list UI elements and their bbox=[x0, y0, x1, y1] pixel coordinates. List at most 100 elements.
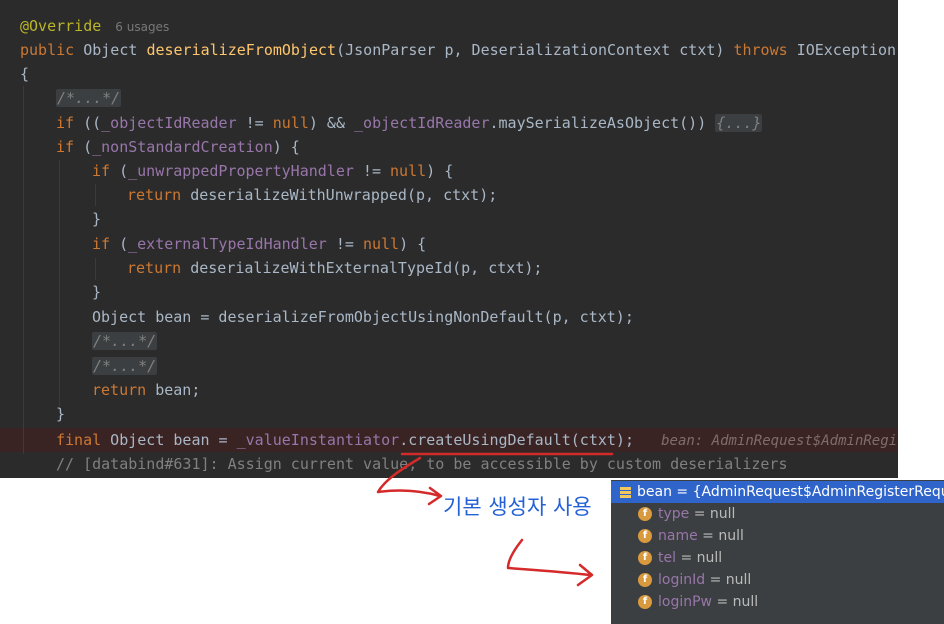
code-text: deserializeWithUnwrapped(p, ctxt); bbox=[181, 186, 498, 204]
field-name: tel bbox=[658, 550, 676, 566]
field-name: loginPw bbox=[658, 594, 712, 610]
field-value: = null bbox=[705, 572, 752, 588]
code-text: ( bbox=[110, 162, 129, 180]
field-name: loginId bbox=[658, 572, 706, 588]
indent-guide bbox=[95, 258, 96, 280]
code-text: (( bbox=[74, 114, 102, 132]
field-icon: f bbox=[638, 573, 652, 587]
final-keyword: final bbox=[56, 431, 102, 449]
code-text: ) { bbox=[399, 235, 427, 253]
code-line-create-default[interactable]: final Object bean = _valueInstantiator.c… bbox=[56, 428, 898, 452]
code-line-folded-comment[interactable]: /*...*/ bbox=[92, 329, 158, 353]
code-line-close-brace[interactable]: } bbox=[92, 207, 101, 231]
debug-field-name[interactable]: f name = null bbox=[638, 525, 744, 547]
code-text: ( bbox=[74, 138, 93, 156]
brace: } bbox=[92, 283, 102, 301]
public-keyword: public bbox=[20, 41, 75, 59]
field-value: = null bbox=[712, 594, 759, 610]
variable-value: = {AdminRequest$AdminRegisterRequest@ bbox=[676, 484, 944, 500]
code-editor[interactable]: @Override 6 usages public Object deserial… bbox=[0, 0, 898, 478]
folded-comment[interactable]: /*...*/ bbox=[56, 89, 122, 107]
code-line-bean-decl[interactable]: Object bean = deserializeFromObjectUsing… bbox=[92, 305, 634, 329]
method-params: (JsonParser p, DeserializationContext ct… bbox=[336, 41, 725, 59]
override-annotation: @Override bbox=[20, 17, 102, 35]
field-value: = null bbox=[689, 506, 736, 522]
code-text: ( bbox=[110, 235, 129, 253]
field-name: type bbox=[658, 506, 690, 522]
code-text: deserializeWithExternalTypeId(p, ctxt); bbox=[181, 259, 543, 277]
folded-comment[interactable]: /*...*/ bbox=[92, 332, 158, 350]
null-keyword: null bbox=[362, 235, 400, 253]
code-line-folded-comment[interactable]: /*...*/ bbox=[92, 354, 158, 378]
field-ref: _valueInstantiator bbox=[236, 431, 400, 449]
debug-variable-bean[interactable]: bean = {AdminRequest$AdminRegisterReques… bbox=[611, 481, 944, 503]
debug-field-loginid[interactable]: f loginId = null bbox=[638, 569, 751, 591]
field-icon: f bbox=[638, 529, 652, 543]
return-keyword: return bbox=[92, 381, 147, 399]
code-text: != bbox=[236, 114, 273, 132]
code-line-return-external[interactable]: return deserializeWithExternalTypeId(p, … bbox=[127, 256, 542, 280]
code-line-folded-comment[interactable]: /*...*/ bbox=[56, 86, 122, 110]
code-text: ) && bbox=[308, 114, 355, 132]
code-comment: // [databind#631]: Assign current value,… bbox=[56, 455, 788, 473]
indent-guide bbox=[59, 160, 60, 406]
code-text: != bbox=[326, 235, 363, 253]
red-arrow-lower bbox=[506, 538, 594, 587]
if-keyword: if bbox=[92, 235, 111, 253]
object-variable-icon bbox=[620, 486, 631, 498]
code-line-comment[interactable]: // [databind#631]: Assign current value,… bbox=[56, 452, 788, 476]
code-text: Object bean = deserializeFromObjectUsing… bbox=[92, 308, 634, 326]
if-keyword: if bbox=[56, 114, 75, 132]
code-text: Object bean = bbox=[101, 431, 237, 449]
return-keyword: return bbox=[127, 259, 182, 277]
code-line-unwrapped-check[interactable]: if (_unwrappedPropertyHandler != null) { bbox=[92, 159, 453, 183]
handwritten-note: 기본 생성자 사용 bbox=[443, 495, 592, 519]
return-type: Object bbox=[83, 41, 138, 59]
field-ref: _objectIdReader bbox=[101, 114, 237, 132]
code-line-objectid-check[interactable]: if ((_objectIdReader != null) && _object… bbox=[56, 111, 763, 135]
field-icon: f bbox=[638, 551, 652, 565]
indent-guide bbox=[23, 86, 24, 454]
code-line-return-bean[interactable]: return bean; bbox=[92, 378, 200, 402]
inline-debug-hint: bean: AdminRequest$AdminRegis bbox=[661, 433, 898, 449]
field-ref: _objectIdReader bbox=[354, 114, 490, 132]
code-line-annotation[interactable]: @Override 6 usages bbox=[20, 14, 169, 38]
code-text: ) { bbox=[426, 162, 454, 180]
if-keyword: if bbox=[92, 162, 111, 180]
code-line-external-check[interactable]: if (_externalTypeIdHandler != null) { bbox=[92, 232, 426, 256]
brace: } bbox=[56, 405, 66, 423]
code-line-open-brace[interactable]: { bbox=[20, 62, 29, 86]
code-text: != bbox=[353, 162, 391, 180]
field-ref: _nonStandardCreation bbox=[92, 138, 273, 156]
code-text: .maySerializeAsObject()) bbox=[489, 114, 707, 132]
code-text: ) { bbox=[272, 138, 300, 156]
debugger-variables-panel[interactable]: bean = {AdminRequest$AdminRegisterReques… bbox=[611, 480, 944, 624]
field-name: name bbox=[658, 528, 698, 544]
field-value: = null bbox=[697, 528, 744, 544]
field-icon: f bbox=[638, 507, 652, 521]
variable-name: bean bbox=[637, 484, 672, 500]
create-using-default-call: .createUsingDefault(ctxt); bbox=[399, 431, 634, 449]
throws-keyword: throws bbox=[733, 41, 788, 59]
code-line-close-brace[interactable]: } bbox=[56, 402, 65, 426]
code-line-nonstandard-check[interactable]: if (_nonStandardCreation) { bbox=[56, 135, 300, 159]
method-name: deserializeFromObject bbox=[146, 41, 337, 59]
usages-link[interactable]: 6 usages bbox=[115, 20, 169, 34]
debug-field-type[interactable]: f type = null bbox=[638, 503, 735, 525]
brace: } bbox=[92, 210, 102, 228]
debug-field-tel[interactable]: f tel = null bbox=[638, 547, 722, 569]
null-keyword: null bbox=[272, 114, 309, 132]
null-keyword: null bbox=[390, 162, 427, 180]
folded-comment[interactable]: /*...*/ bbox=[92, 357, 158, 375]
code-text: bean; bbox=[146, 381, 201, 399]
debug-field-loginpw[interactable]: f loginPw = null bbox=[638, 591, 758, 613]
exception-type: IOException bbox=[796, 41, 897, 59]
field-icon: f bbox=[638, 595, 652, 609]
indent-guide bbox=[95, 184, 96, 206]
code-line-return-unwrapped[interactable]: return deserializeWithUnwrapped(p, ctxt)… bbox=[127, 183, 497, 207]
field-ref: _externalTypeIdHandler bbox=[128, 235, 327, 253]
if-keyword: if bbox=[56, 138, 75, 156]
folded-block[interactable]: {...} bbox=[715, 114, 763, 132]
code-line-close-brace[interactable]: } bbox=[92, 280, 101, 304]
code-line-signature[interactable]: public Object deserializeFromObject(Json… bbox=[20, 38, 896, 62]
